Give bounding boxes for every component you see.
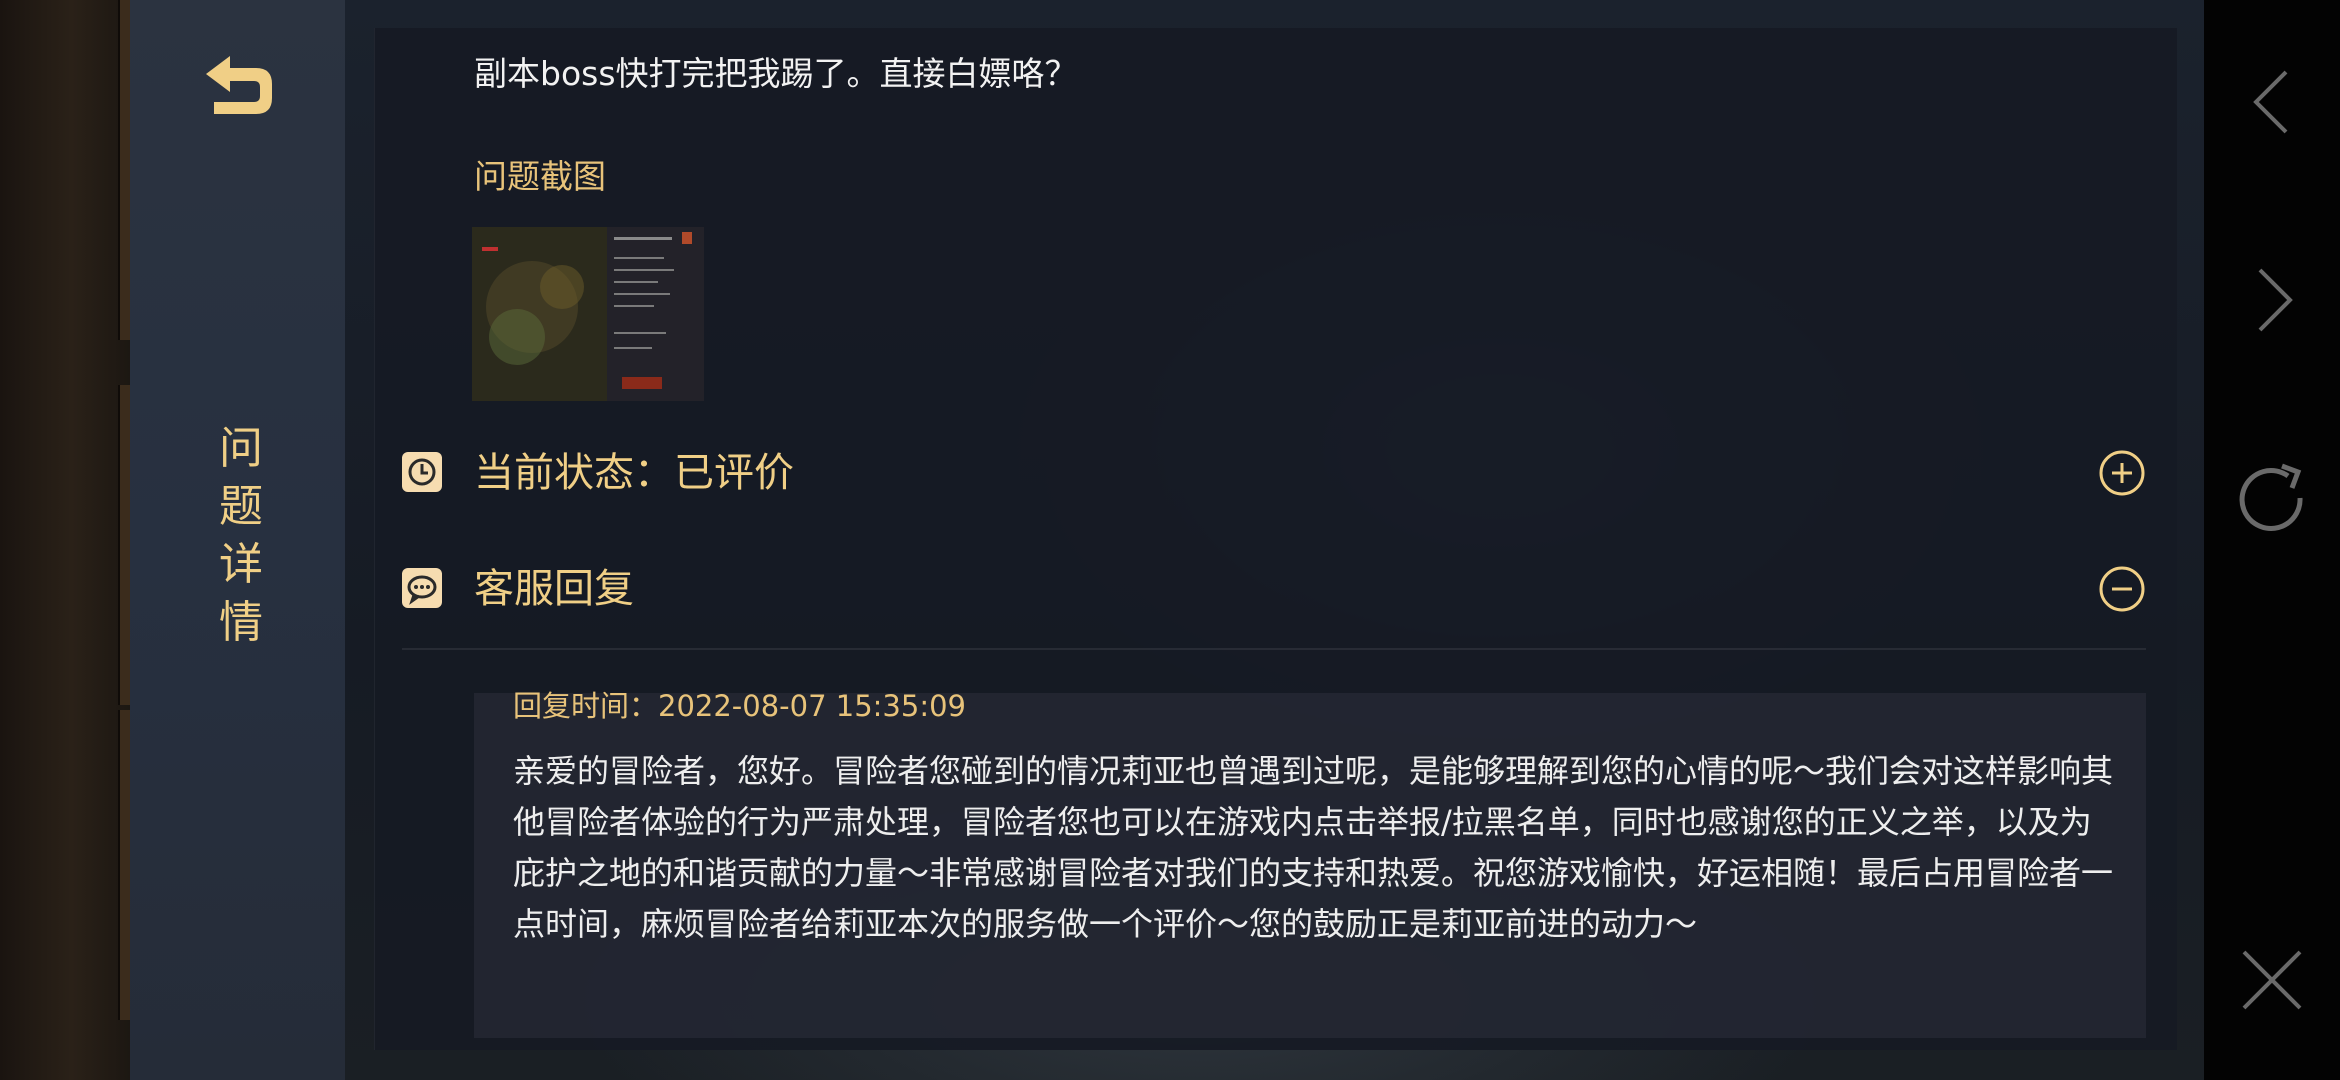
clock-icon [402,452,442,492]
plus-circle-icon [2099,450,2145,496]
title-char: 问 [219,423,263,474]
title-char: 情 [219,597,263,648]
back-button[interactable] [200,52,276,118]
scene-frame [118,385,130,705]
reply-time: 回复时间：2022-08-07 15:35:09 [513,689,966,723]
nav-close-button[interactable] [2222,930,2322,1030]
title-char: 详 [219,539,263,590]
nav-refresh-button[interactable] [2222,450,2322,550]
screenshot-image [472,227,704,401]
issue-screenshot-thumbnail[interactable] [472,227,704,401]
expand-status-button[interactable] [2098,449,2146,497]
chat-bubble-icon [402,568,442,608]
refresh-icon [2239,463,2303,531]
close-icon [2242,950,2302,1010]
divider [402,648,2146,650]
status-row: 当前状态：已评价 [402,443,2146,503]
screenshot-label: 问题截图 [474,157,606,196]
scene-frame [118,710,130,1020]
reply-header-row: 客服回复 [402,559,2146,619]
question-description: 副本boss快打完把我踢了。直接白嫖咯？ [474,54,1078,93]
reply-body: 亲爱的冒险者，您好。冒险者您碰到的情况莉亚也曾遇到过呢，是能够理解到您的心情的呢… [513,752,2114,943]
chevron-left-icon [2253,70,2288,134]
collapse-reply-button[interactable] [2098,565,2146,613]
scene-frame [118,0,130,340]
undo-arrow-icon [206,56,272,114]
left-edge-scene [0,0,130,1080]
chevron-right-icon [2258,268,2293,332]
status-text: 当前状态：已评价 [474,450,794,496]
minus-circle-icon [2099,566,2145,612]
page-title: 问 题 详 情 [212,420,270,652]
nav-back-button[interactable] [2222,52,2322,152]
title-char: 题 [219,481,263,532]
nav-forward-button[interactable] [2222,250,2322,350]
reply-section-title: 客服回复 [474,566,634,612]
